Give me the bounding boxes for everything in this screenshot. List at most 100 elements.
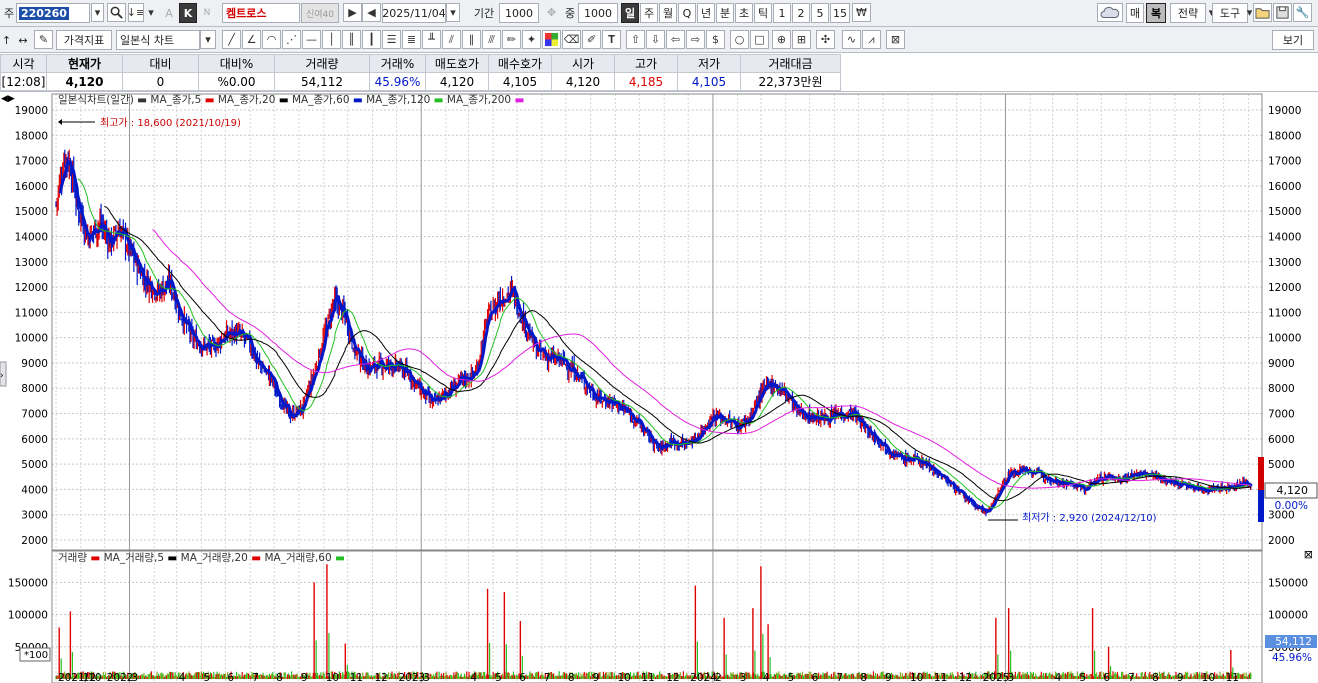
chart-type-dropdown[interactable]: 일본식 차트 [116,30,200,50]
value-open: 4,120 [551,72,615,91]
stock-name-field[interactable]: 켐트로스 [222,3,300,23]
price-tick-left: 18000 [15,130,48,142]
cloud-icon[interactable] [1097,3,1123,22]
time-tick-label: 2022 [107,672,134,683]
n5-button[interactable]: 5 [811,3,829,23]
calendar-dropdown-icon[interactable]: ▾ [446,3,460,22]
arrow-up-icon[interactable]: ⇧ [626,30,645,49]
next-arrow-icon[interactable]: ▶ [343,3,362,22]
volume-legend-swatch: ▬ [87,552,100,564]
crosshair-tool-icon[interactable]: ✣ [816,30,835,49]
mode-a-button[interactable]: A [162,3,176,23]
time-tick-label: 6 [1103,672,1110,683]
parallel-lines-icon[interactable]: ∥ [462,30,481,49]
value-ask: 4,120 [425,72,489,91]
price-tick-right: 16000 [1268,181,1301,193]
stock-code-dropdown-icon[interactable]: ▾ [91,3,104,22]
link-button[interactable]: 신여40 [301,3,339,23]
time-tick-label: 10 [910,672,923,683]
n1-button[interactable]: 1 [773,3,791,23]
interval-month-button[interactable]: 월 [659,3,677,23]
fan-line-icon[interactable]: ⋰ [282,30,301,49]
dollar-marker-icon[interactable]: $ [706,30,725,49]
interval-sec-button[interactable]: 초 [735,3,753,23]
settings-wrench-icon[interactable]: 🔧 [1293,3,1312,22]
arc-icon[interactable]: ◠ [262,30,281,49]
header-bid: 매수호가 [488,54,552,73]
strategy-button[interactable]: 전략 [1170,3,1206,23]
edit-icon[interactable]: ✎ [34,30,53,49]
won-icon[interactable]: ₩ [852,3,871,22]
interval-min-button[interactable]: 분 [716,3,734,23]
splitter-arrow-icon[interactable]: › [0,371,4,381]
delete-drawing-icon[interactable]: ⊠ [886,30,905,49]
arrow-down-icon[interactable]: ⇩ [646,30,665,49]
chart-svg[interactable]: 19000 18000 17000 16000 15000 14000 13000 12000… [0,92,1318,683]
interval-q-button[interactable]: Q [678,3,696,23]
crosshair-icon[interactable]: ✥ [542,3,561,22]
interval-week-button[interactable]: 주 [640,3,658,23]
n2-button[interactable]: 2 [792,3,810,23]
price-range-marker-down [1258,490,1264,522]
interval-year-button[interactable]: 년 [697,3,715,23]
time-tick-label: 10 [617,672,630,683]
zoom-area-icon[interactable]: ⊞ [792,30,811,49]
arrow-right-icon[interactable]: ⇨ [686,30,705,49]
eraser-icon[interactable]: ⌫ [562,30,581,49]
chart-area[interactable]: 19000 18000 17000 16000 15000 14000 13000 12000… [0,91,1318,683]
save-icon[interactable] [1273,3,1292,22]
note-icon[interactable]: ✐ [582,30,601,49]
tools-button[interactable]: 도구 [1212,3,1248,23]
copy-button[interactable]: 복 [1146,3,1166,23]
pencil-icon[interactable]: ✏ [502,30,521,49]
time-tick-label: 10 [326,672,339,683]
andrews-pitchfork-icon[interactable]: ⫽ [442,30,461,49]
color-palette-icon[interactable] [542,30,561,49]
cycle-line-icon[interactable]: ╨ [422,30,441,49]
angle-line-icon[interactable]: ∠ [242,30,261,49]
rectangle-shape-icon[interactable]: □ [750,30,769,49]
zoom-icon[interactable]: ⊕ [772,30,791,49]
middle-input[interactable]: 1000 [578,3,618,23]
last-volume-label: 54,112 [1275,636,1312,648]
high-label: 최고가 : 18,600 (2021/10/19) [100,117,241,129]
fibonacci-v-icon[interactable]: ║ [342,30,361,49]
sort-dropdown-icon[interactable]: ▾ [145,3,157,22]
fibonacci-h-icon[interactable]: ≣ [402,30,421,49]
chart-scroll-left-icon[interactable]: ◀▶ [1,94,15,104]
interval-day-button[interactable]: 일 [621,3,639,23]
header-amount: 거래대금 [740,54,841,73]
vertical-line-icon[interactable]: │ [322,30,341,49]
prev-arrow-icon[interactable]: ◀ [362,3,381,22]
n15-button[interactable]: 15 [830,3,850,23]
mode-k-button[interactable]: K [179,3,197,23]
period-lines-icon[interactable]: ┃ [362,30,381,49]
trendline-icon[interactable]: ╱ [222,30,241,49]
time-tick-label: 4 [470,672,477,683]
open-folder-icon[interactable] [1253,3,1272,22]
sort-icon[interactable]: ↓≡ [128,3,144,22]
stock-code-field[interactable]: 220260 [16,3,90,23]
chart-type-dropdown-icon[interactable]: ▾ [200,30,216,49]
search-icon[interactable] [107,3,126,22]
period-input[interactable]: 1000 [499,3,539,23]
price-legend-swatch: ▬ [134,94,147,106]
indicator-dropdown[interactable]: 가격지표 [56,30,112,50]
channel-icon[interactable]: ⫻ [482,30,501,49]
text-annotation-icon[interactable]: 𝐓 [602,30,621,49]
magic-wand-icon[interactable]: ✦ [522,30,541,49]
horizontal-line-icon[interactable]: — [302,30,321,49]
mode-n-button[interactable]: N [200,3,214,23]
buy-button[interactable]: 매 [1126,3,1144,23]
wave-icon[interactable]: ∿ [842,30,861,49]
zigzag-icon[interactable]: ⩘ [862,30,881,49]
date-field[interactable]: 2025/11/04 [382,3,446,23]
volume-pane-close-icon[interactable]: ⊠ [1304,548,1313,561]
gann-grid-icon[interactable]: ☰ [382,30,401,49]
interval-tick-button[interactable]: 틱 [754,3,772,23]
arrow-left-icon[interactable]: ⇦ [666,30,685,49]
circle-shape-icon[interactable]: ○ [730,30,749,49]
view-button[interactable]: 보기 [1272,30,1314,50]
left-right-arrow-icon[interactable]: ↔ [14,30,32,50]
up-arrow-icon[interactable]: ↑ [0,30,13,50]
